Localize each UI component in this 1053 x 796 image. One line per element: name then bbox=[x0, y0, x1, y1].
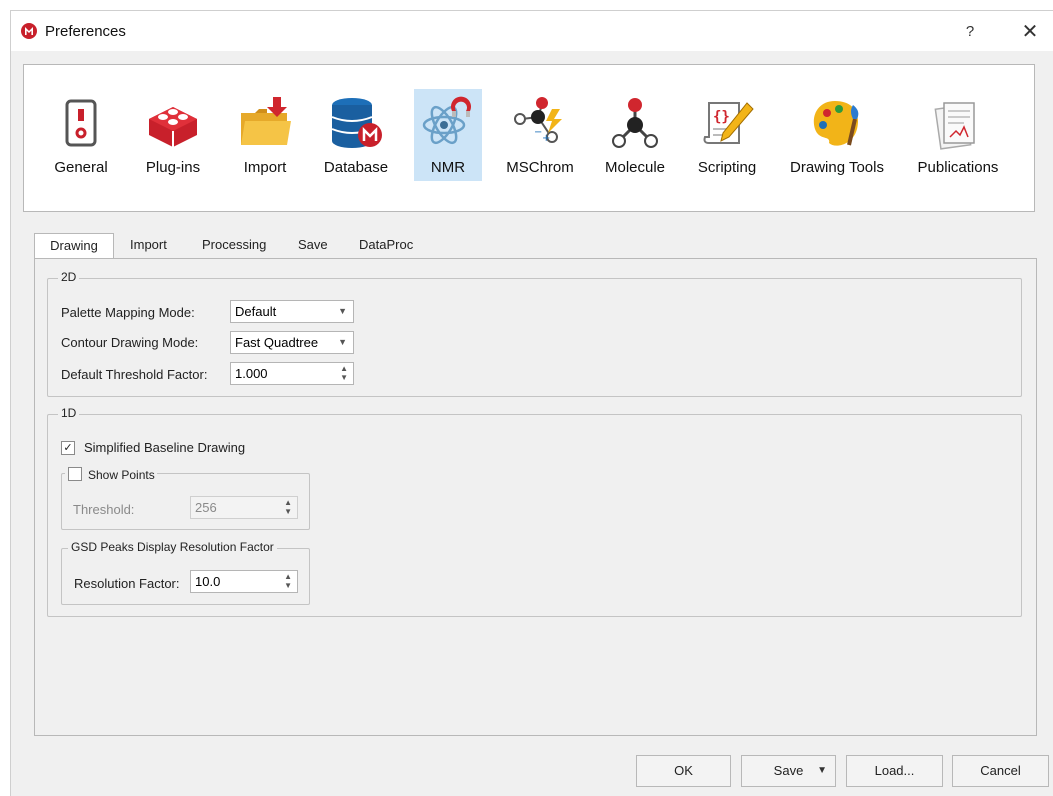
category-plugins[interactable]: Plug-ins bbox=[138, 89, 208, 181]
gsd-title: GSD Peaks Display Resolution Factor bbox=[68, 540, 277, 554]
palette-icon bbox=[813, 101, 859, 146]
resolution-factor-value: 10.0 bbox=[195, 574, 221, 589]
spin-up-icon[interactable]: ▲ bbox=[340, 365, 348, 373]
preferences-window: Preferences ? ✕ General Plug-ins Import … bbox=[10, 10, 1053, 796]
drawing-tab-panel: 2D Palette Mapping Mode: Default ▼ Conto… bbox=[34, 258, 1037, 736]
tab-save[interactable]: Save bbox=[292, 233, 334, 259]
load-button[interactable]: Load... bbox=[846, 755, 943, 787]
default-threshold-label: Default Threshold Factor: bbox=[61, 367, 208, 382]
script-pen-icon: {} bbox=[703, 102, 754, 144]
spin-up-icon[interactable]: ▲ bbox=[284, 573, 292, 581]
spin-down-icon[interactable]: ▼ bbox=[284, 582, 292, 590]
simplified-baseline-checkbox[interactable]: ✓ bbox=[61, 441, 75, 455]
threshold-label: Threshold: bbox=[73, 502, 135, 517]
group-1d: 1D ✓ Simplified Baseline Drawing Show Po… bbox=[47, 406, 1022, 617]
load-label: Load... bbox=[874, 763, 915, 778]
category-label: Molecule bbox=[604, 159, 666, 176]
help-button[interactable]: ? bbox=[955, 19, 985, 45]
default-threshold-spinbox[interactable]: 1.000 ▲ ▼ bbox=[230, 362, 354, 385]
category-label: Database bbox=[323, 159, 389, 176]
spin-down-icon[interactable]: ▼ bbox=[340, 374, 348, 382]
category-nmr[interactable]: NMR bbox=[414, 89, 482, 181]
resolution-factor-spinbox[interactable]: 10.0 ▲ ▼ bbox=[190, 570, 298, 593]
category-publications[interactable]: Publications bbox=[908, 89, 1008, 181]
cancel-button[interactable]: Cancel bbox=[952, 755, 1049, 787]
contour-drawing-label: Contour Drawing Mode: bbox=[61, 335, 199, 350]
category-import[interactable]: Import bbox=[230, 89, 300, 181]
publications-icon bbox=[934, 102, 975, 150]
category-label: NMR bbox=[430, 159, 466, 176]
tab-import[interactable]: Import bbox=[124, 233, 173, 259]
tab-processing[interactable]: Processing bbox=[196, 233, 272, 259]
category-general[interactable]: General bbox=[46, 89, 116, 181]
category-bar: General Plug-ins Import Database NMR − +… bbox=[23, 64, 1035, 212]
svg-text:+: + bbox=[542, 133, 550, 144]
group-2d: 2D Palette Mapping Mode: Default ▼ Conto… bbox=[47, 270, 1022, 397]
plugin-bricks-icon bbox=[149, 107, 197, 147]
category-label: General bbox=[54, 159, 108, 176]
chevron-down-icon: ▼ bbox=[338, 306, 347, 316]
dropdown-arrow-icon[interactable]: ▼ bbox=[817, 756, 827, 786]
category-label: MSChrom bbox=[506, 159, 574, 176]
category-drawing-tools[interactable]: Drawing Tools bbox=[782, 89, 892, 181]
category-scripting[interactable]: {} Scripting bbox=[690, 89, 764, 181]
category-label: Drawing Tools bbox=[790, 159, 884, 176]
show-points-title-wrap: Show Points bbox=[65, 465, 157, 482]
power-switch-icon bbox=[65, 99, 97, 147]
tab-dataproc[interactable]: DataProc bbox=[353, 233, 419, 259]
svg-text:{}: {} bbox=[713, 109, 730, 125]
tab-drawing[interactable]: Drawing bbox=[34, 233, 114, 260]
palette-mapping-value: Default bbox=[235, 304, 277, 319]
default-threshold-value: 1.000 bbox=[235, 366, 268, 381]
show-points-label: Show Points bbox=[88, 468, 155, 482]
database-icon bbox=[331, 98, 382, 148]
contour-drawing-select[interactable]: Fast Quadtree ▼ bbox=[230, 331, 354, 354]
spin-up-icon[interactable]: ▲ bbox=[284, 499, 292, 507]
threshold-spinbox[interactable]: 256 ▲ ▼ bbox=[190, 496, 298, 519]
palette-mapping-select[interactable]: Default ▼ bbox=[230, 300, 354, 323]
mschrom-molecule-icon: − + bbox=[514, 97, 562, 144]
save-button[interactable]: Save ▼ bbox=[741, 755, 836, 787]
title-bar: Preferences ? ✕ bbox=[11, 11, 1053, 51]
group-gsd-resolution: GSD Peaks Display Resolution Factor Reso… bbox=[61, 540, 310, 605]
group-1d-title: 1D bbox=[58, 406, 80, 420]
save-label: Save bbox=[773, 763, 804, 778]
resolution-factor-label: Resolution Factor: bbox=[74, 576, 180, 591]
group-2d-title: 2D bbox=[58, 270, 80, 284]
category-label: Publications bbox=[917, 159, 999, 176]
category-label: Plug-ins bbox=[145, 159, 201, 176]
category-mschrom[interactable]: − + MSChrom bbox=[502, 89, 578, 181]
group-show-points: Show Points Threshold: 256 ▲ ▼ bbox=[61, 465, 310, 530]
contour-drawing-value: Fast Quadtree bbox=[235, 335, 319, 350]
category-database[interactable]: Database bbox=[320, 89, 392, 181]
palette-mapping-label: Palette Mapping Mode: bbox=[61, 305, 195, 320]
category-label: Import bbox=[243, 159, 287, 176]
window-title: Preferences bbox=[45, 23, 126, 40]
chevron-down-icon: ▼ bbox=[338, 337, 347, 347]
category-molecule[interactable]: Molecule bbox=[598, 89, 672, 181]
show-points-checkbox[interactable] bbox=[68, 467, 82, 481]
cancel-label: Cancel bbox=[980, 763, 1021, 778]
close-button[interactable]: ✕ bbox=[1015, 19, 1045, 45]
category-label: Scripting bbox=[697, 159, 757, 176]
spin-down-icon[interactable]: ▼ bbox=[284, 508, 292, 516]
ok-label: OK bbox=[674, 763, 693, 778]
import-folder-icon bbox=[241, 97, 291, 145]
ok-button[interactable]: OK bbox=[636, 755, 731, 787]
molecule-icon bbox=[612, 98, 658, 148]
app-logo-icon bbox=[21, 23, 37, 39]
nmr-atom-magnet-icon bbox=[422, 96, 471, 145]
threshold-value: 256 bbox=[195, 500, 217, 515]
simplified-baseline-label: Simplified Baseline Drawing bbox=[84, 440, 246, 455]
